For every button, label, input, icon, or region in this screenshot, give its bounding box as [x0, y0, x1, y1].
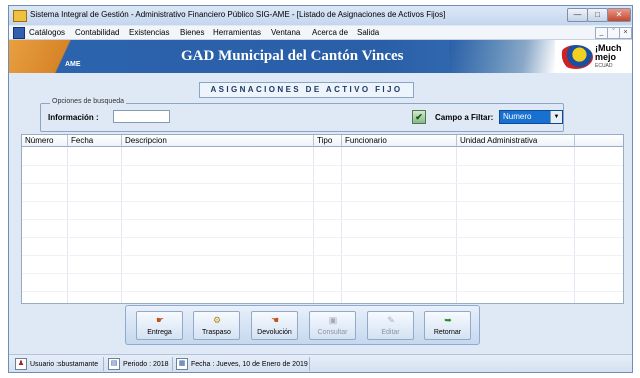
info-input[interactable] — [113, 110, 170, 123]
entrega-label: Entrega — [147, 329, 172, 336]
window-title: Sistema Integral de Gestión - Administra… — [30, 10, 446, 19]
status-user-text: Usuario :sbustamante — [30, 360, 99, 368]
menu-contabilidad[interactable]: Contabilidad — [75, 28, 119, 37]
status-separator — [103, 357, 104, 371]
filter-label: Campo a Filtar: — [435, 113, 494, 122]
municipality-title: GAD Municipal del Cantón Vinces — [181, 48, 404, 64]
date-icon: ▦ — [176, 358, 188, 370]
status-bar: ♟ Usuario :sbustamante ▤ Periodo : 2018 ▦ F… — [9, 354, 632, 372]
back-icon: ➥ — [444, 315, 452, 325]
consultar-label: Consultar — [317, 329, 348, 336]
ame-logo — [9, 40, 129, 73]
column-divider — [456, 147, 457, 303]
menu-salida[interactable]: Salida — [357, 28, 379, 37]
column-header-filler — [575, 135, 623, 147]
transfer-icon: ⚙ — [212, 315, 222, 325]
ecuador-swirl-icon — [559, 45, 593, 69]
column-header-numero[interactable]: Número — [22, 135, 68, 147]
calendar-icon: ▤ — [108, 358, 120, 370]
column-divider — [313, 147, 314, 303]
banner-photo — [449, 40, 555, 73]
filter-select[interactable]: Numero ▼ — [499, 110, 563, 124]
menu-existencias[interactable]: Existencias — [129, 28, 169, 37]
edit-icon: ✎ — [387, 315, 395, 325]
status-date: ▦ Fecha : Jueves, 10 de Enero de 2019 — [176, 358, 308, 370]
entrega-button[interactable]: ☛ Entrega — [136, 311, 183, 340]
status-date-text: Fecha : Jueves, 10 de Enero de 2019 — [191, 360, 308, 368]
row-divider — [22, 237, 623, 238]
column-header-descripcion[interactable]: Descripcion — [122, 135, 314, 147]
app-window: Sistema Integral de Gestión - Administra… — [8, 5, 633, 373]
hand-give-icon: ☛ — [155, 315, 165, 325]
menu-ventana[interactable]: Ventana — [271, 28, 300, 37]
row-divider — [22, 219, 623, 220]
return-icon: ☚ — [270, 315, 280, 325]
status-period-text: Periodo : 2018 — [123, 360, 169, 368]
row-divider — [22, 273, 623, 274]
column-divider — [574, 147, 575, 303]
column-divider — [121, 147, 122, 303]
brand-line2: mejo — [595, 52, 617, 62]
traspaso-button[interactable]: ⚙ Traspaso — [193, 311, 240, 340]
row-divider — [22, 201, 623, 202]
column-header-tipo[interactable]: Tipo — [314, 135, 342, 147]
consultar-button[interactable]: ▣ Consultar — [309, 311, 356, 340]
devolucion-label: Devolución — [257, 329, 292, 336]
mdi-close-button[interactable]: × — [619, 27, 632, 39]
filter-select-value: Numero — [503, 112, 532, 121]
row-divider — [22, 255, 623, 256]
column-header-unidad-administrativa[interactable]: Unidad Administrativa — [457, 135, 575, 147]
traspaso-label: Traspaso — [202, 329, 231, 336]
user-icon: ♟ — [15, 358, 27, 370]
page-title: ASIGNACIONES DE ACTIVO FIJO — [199, 82, 414, 98]
retornar-button[interactable]: ➥ Retornar — [424, 311, 471, 340]
title-bar: Sistema Integral de Gestión - Administra… — [9, 6, 632, 25]
chevron-down-icon[interactable]: ▼ — [550, 111, 562, 123]
row-divider — [22, 165, 623, 166]
close-button[interactable]: ✕ — [607, 8, 631, 22]
editar-label: Editar — [381, 329, 400, 336]
menu-catalogos[interactable]: Catálogos — [29, 28, 65, 37]
check-icon[interactable]: ✔ — [412, 110, 426, 124]
query-icon: ▣ — [328, 315, 338, 325]
column-header-fecha[interactable]: Fecha — [68, 135, 122, 147]
menu-herramientas[interactable]: Herramientas — [213, 28, 261, 37]
retornar-label: Retornar — [433, 329, 462, 336]
column-header-funcionario[interactable]: Funcionario — [342, 135, 457, 147]
info-label: Información : — [48, 113, 99, 122]
action-toolbar: ☛ Entrega ⚙ Traspaso ☚ Devolución ▣ Cons… — [125, 305, 480, 345]
menu-bar: Catálogos Contabilidad Existencias Biene… — [9, 26, 632, 40]
column-divider — [341, 147, 342, 303]
devolucion-button[interactable]: ☚ Devolución — [251, 311, 298, 340]
search-legend: Opciones de busqueda — [50, 98, 126, 105]
ecuador-brand: ¡Much mejo ECUAD — [555, 40, 632, 73]
status-separator — [309, 357, 310, 371]
row-divider — [22, 183, 623, 184]
row-divider — [22, 291, 623, 292]
ame-logo-text: AME — [65, 61, 81, 68]
minimize-button[interactable]: — — [567, 8, 588, 22]
brand-line3: ECUAD — [595, 63, 613, 69]
status-user: ♟ Usuario :sbustamante — [15, 358, 98, 370]
header-banner: AME GAD Municipal del Cantón Vinces ¡Muc… — [9, 40, 632, 73]
status-period: ▤ Periodo : 2018 — [108, 358, 169, 370]
status-separator — [172, 357, 173, 371]
menu-acerca-de[interactable]: Acerca de — [312, 28, 348, 37]
editar-button[interactable]: ✎ Editar — [367, 311, 414, 340]
app-icon — [13, 10, 27, 22]
document-icon — [13, 27, 25, 39]
assignments-table[interactable]: Número Fecha Descripcion Tipo Funcionari… — [21, 134, 624, 304]
search-options: Opciones de busqueda Información : ✔ Cam… — [40, 98, 564, 132]
menu-bienes[interactable]: Bienes — [180, 28, 204, 37]
column-divider — [67, 147, 68, 303]
maximize-button[interactable]: □ — [587, 8, 608, 22]
